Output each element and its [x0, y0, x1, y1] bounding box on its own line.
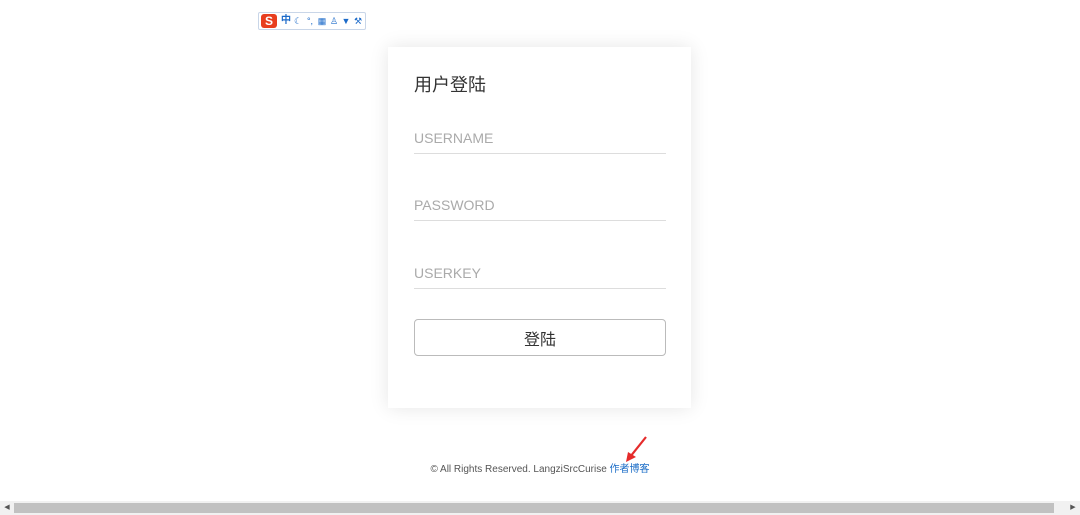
userkey-input[interactable] [414, 258, 666, 289]
password-input[interactable] [414, 190, 666, 221]
punctuation-icon[interactable]: °, [305, 16, 315, 26]
author-blog-link[interactable]: 作者博客 [610, 464, 650, 475]
footer: © All Rights Reserved. LangziSrcCurise 作… [0, 460, 1080, 475]
scroll-left-icon[interactable]: ◀ [0, 501, 14, 515]
login-button[interactable]: 登陆 [414, 319, 666, 356]
horizontal-scrollbar[interactable]: ◀ ▶ [0, 501, 1080, 515]
keyboard-icon[interactable]: ▦ [317, 16, 327, 26]
page: S 中 ☾ °, ▦ ♙ ▼ ⚒ 用户登陆 登陆 © All Rights Re… [0, 0, 1080, 515]
login-title: 用户登陆 [414, 75, 486, 96]
username-input[interactable] [414, 123, 666, 154]
scroll-right-icon[interactable]: ▶ [1066, 501, 1080, 515]
ime-mode-label[interactable]: 中 [281, 16, 291, 26]
person-icon[interactable]: ♙ [329, 16, 339, 26]
copyright-text: © All Rights Reserved. LangziSrcCurise [430, 464, 610, 475]
scrollbar-thumb[interactable] [14, 503, 1054, 513]
skin-icon[interactable]: ▼ [341, 16, 351, 26]
moon-icon[interactable]: ☾ [293, 16, 303, 26]
wrench-icon[interactable]: ⚒ [353, 16, 363, 26]
red-arrow-icon [626, 436, 647, 462]
ime-toolbar[interactable]: S 中 ☾ °, ▦ ♙ ▼ ⚒ [258, 12, 366, 30]
sogou-logo-icon[interactable]: S [261, 14, 277, 28]
login-card: 用户登陆 登陆 [388, 47, 691, 408]
